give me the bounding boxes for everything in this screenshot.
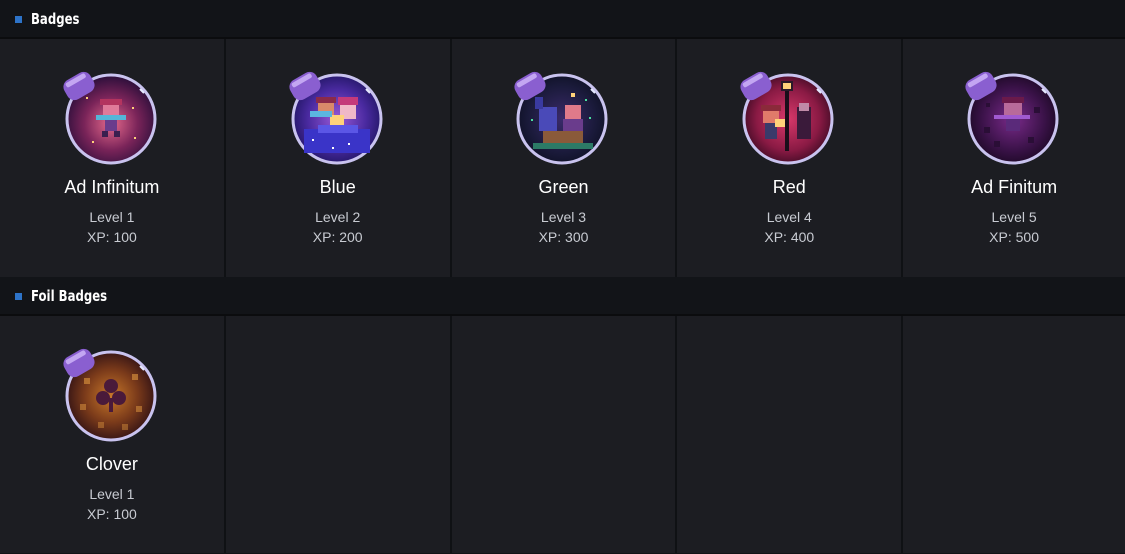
badge-xp: XP: 200 bbox=[312, 229, 363, 245]
badge-name: Ad Finitum bbox=[971, 177, 1058, 197]
badge-xp: XP: 100 bbox=[86, 229, 137, 245]
badge-level: Level 1 bbox=[89, 209, 135, 225]
clover-badge-icon bbox=[62, 344, 162, 444]
badge-card-ad-finitum[interactable]: Ad Finitum Level 5 XP: 500 bbox=[903, 39, 1125, 277]
badge-name: Green bbox=[538, 177, 589, 197]
foil-badges-grid: Clover Level 1 XP: 100 bbox=[0, 316, 1125, 553]
badge-xp: XP: 300 bbox=[538, 229, 589, 245]
badge-level: Level 2 bbox=[315, 209, 361, 225]
empty-badge-slot bbox=[903, 316, 1125, 553]
badge-level: Level 5 bbox=[991, 209, 1037, 225]
ad-finitum-badge-icon bbox=[964, 67, 1064, 167]
badge-card-blue[interactable]: Blue Level 2 XP: 200 bbox=[225, 39, 450, 277]
badge-level: Level 4 bbox=[766, 209, 812, 225]
section-bullet-icon bbox=[15, 292, 22, 300]
empty-badge-slot bbox=[451, 316, 676, 553]
badges-grid: Ad Infinitum Level 1 XP: 100 Blue Level … bbox=[0, 39, 1125, 277]
badge-card-clover[interactable]: Clover Level 1 XP: 100 bbox=[0, 316, 224, 553]
section-bullet-icon bbox=[15, 15, 22, 23]
red-badge-icon bbox=[739, 67, 839, 167]
badge-xp: XP: 500 bbox=[989, 229, 1039, 245]
badges-section-header: Badges bbox=[0, 0, 1125, 39]
badge-level: Level 1 bbox=[89, 486, 135, 502]
foil-badges-section-title: Foil Badges bbox=[31, 286, 108, 305]
badge-level: Level 3 bbox=[540, 209, 587, 225]
empty-badge-slot bbox=[225, 316, 450, 553]
ad-infinitum-badge-icon bbox=[62, 67, 162, 167]
badge-name: Ad Infinitum bbox=[64, 177, 160, 197]
badge-card-ad-infinitum[interactable]: Ad Infinitum Level 1 XP: 100 bbox=[0, 39, 224, 277]
empty-badge-slot bbox=[677, 316, 902, 553]
badge-card-red[interactable]: Red Level 4 XP: 400 bbox=[677, 39, 902, 277]
blue-badge-icon bbox=[288, 67, 388, 167]
foil-badges-section-header: Foil Badges bbox=[0, 277, 1125, 316]
badge-name: Clover bbox=[85, 454, 138, 474]
badges-section-title: Badges bbox=[31, 9, 80, 28]
badge-name: Red bbox=[772, 177, 806, 197]
badge-xp: XP: 100 bbox=[86, 506, 137, 522]
green-badge-icon bbox=[513, 67, 613, 167]
badge-card-green[interactable]: Green Level 3 XP: 300 bbox=[451, 39, 676, 277]
badge-name: Blue bbox=[319, 177, 356, 197]
badge-xp: XP: 400 bbox=[764, 229, 815, 245]
